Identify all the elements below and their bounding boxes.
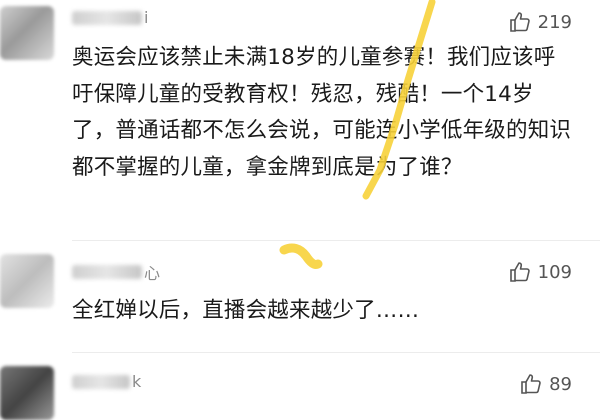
avatar[interactable]	[0, 254, 54, 308]
username[interactable]: 心	[72, 260, 160, 284]
thumbs-up-icon	[509, 262, 530, 282]
like-button[interactable]: 89	[519, 372, 572, 396]
like-count: 219	[537, 11, 572, 33]
avatar[interactable]	[0, 366, 54, 420]
thumbs-up-icon	[509, 12, 530, 32]
username[interactable]: k	[72, 372, 141, 391]
divider	[72, 352, 600, 353]
avatar[interactable]	[0, 6, 54, 60]
like-count: 89	[549, 373, 572, 395]
comment-text: 奥运会应该禁止未满18岁的儿童参赛！我们应该呼吁保障儿童的受教育权！残忍，残酷！…	[72, 45, 572, 180]
divider	[72, 240, 600, 241]
username-visible-part: 心	[144, 264, 161, 283]
like-button[interactable]: 219	[508, 10, 572, 34]
like-button[interactable]: 109	[508, 260, 572, 284]
username-visible-part: k	[132, 372, 142, 391]
comment-text: 全红婵以后，直播会越来越少了……	[72, 298, 420, 323]
username[interactable]: i	[72, 8, 148, 27]
thumbs-up-icon	[521, 374, 541, 394]
like-count: 109	[537, 261, 572, 283]
username-visible-part: i	[144, 8, 149, 27]
